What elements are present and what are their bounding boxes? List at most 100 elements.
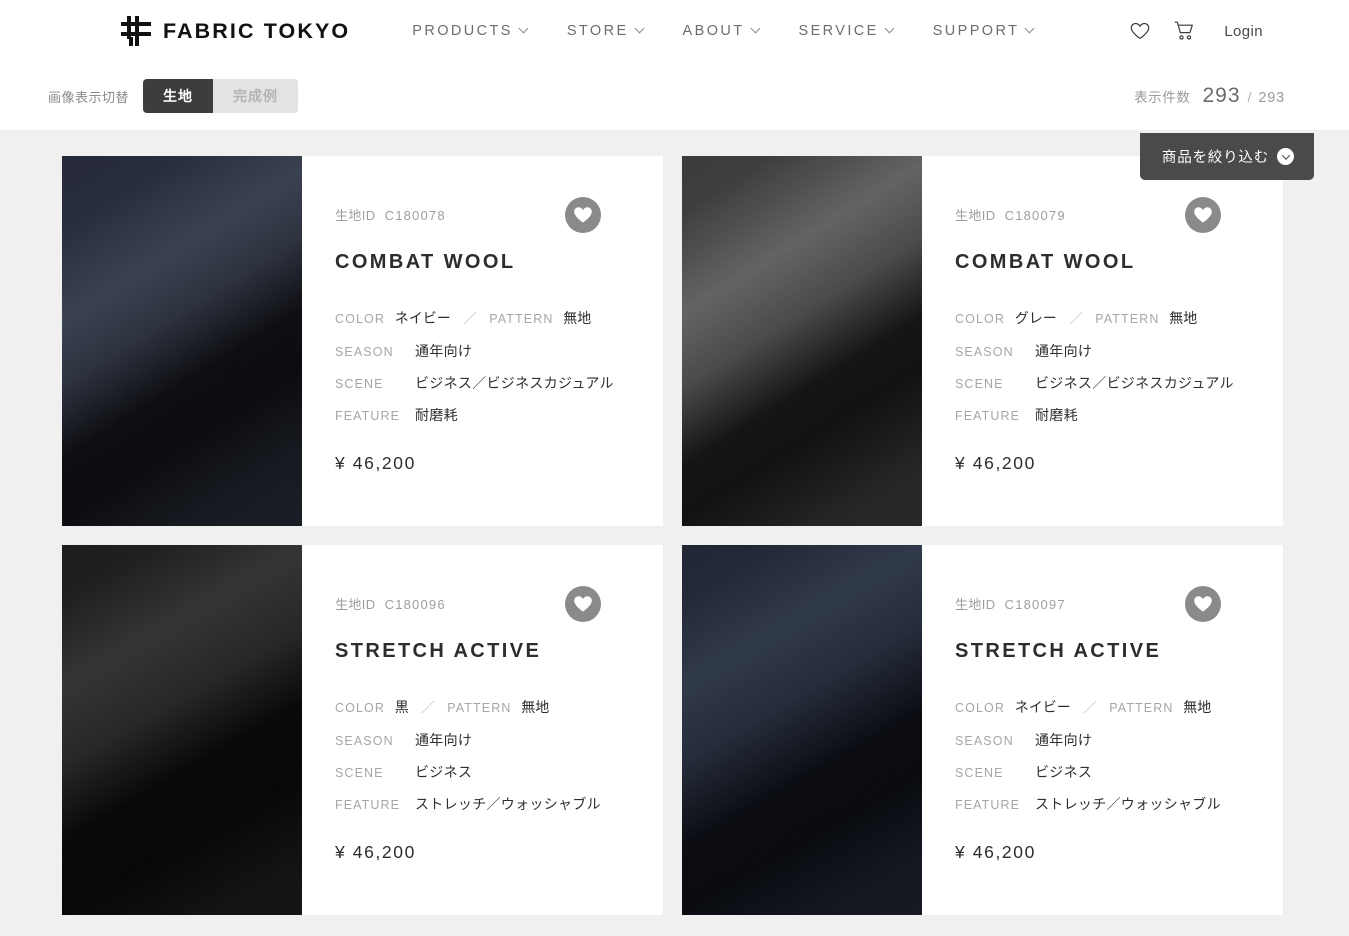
product-price: ¥ 46,200 bbox=[955, 453, 1036, 473]
spec-value-feature: ストレッチ／ウォッシャブル bbox=[415, 796, 601, 812]
product-price: ¥ 46,200 bbox=[335, 453, 416, 473]
spec-value-pattern: 無地 bbox=[1183, 699, 1212, 715]
spec-key-feature: FEATURE bbox=[335, 409, 401, 423]
fabric-swatch-image[interactable] bbox=[62, 545, 302, 915]
spec-feature: FEATURE 耐磨耗 bbox=[335, 405, 663, 425]
spec-value-scene: ビジネス bbox=[415, 764, 473, 780]
spec-value-pattern: 無地 bbox=[521, 699, 550, 715]
result-count-current: 293 bbox=[1202, 84, 1241, 107]
spec-season: SEASON 通年向け bbox=[955, 730, 1283, 750]
brand-name: FABRIC TOKYO bbox=[163, 18, 351, 43]
site-header: FABRIC TOKYO PRODUCTS STORE ABOUT SERVIC… bbox=[0, 0, 1349, 62]
spec-key-color: COLOR bbox=[335, 701, 385, 715]
product-title: STRETCH ACTIVE bbox=[955, 640, 1162, 662]
spec-separator: ／ bbox=[421, 700, 435, 715]
fabric-tokyo-product-list-page: FABRIC TOKYO PRODUCTS STORE ABOUT SERVIC… bbox=[0, 0, 1349, 936]
spec-value-color: 黒 bbox=[394, 699, 409, 715]
fabric-id-label: 生地ID bbox=[955, 597, 996, 612]
spec-key-pattern: PATTERN bbox=[489, 312, 554, 326]
spec-key-feature: FEATURE bbox=[955, 409, 1021, 423]
product-price: ¥ 46,200 bbox=[335, 842, 416, 862]
product-card[interactable]: 生地ID C180097 STRETCH ACTIVE COLOR ネイビー ／… bbox=[682, 545, 1283, 915]
spec-value-color: グレー bbox=[1014, 310, 1057, 326]
product-info: 生地ID C180096 STRETCH ACTIVE COLOR 黒 ／ PA… bbox=[302, 545, 663, 915]
fabric-id-row: 生地ID C180078 bbox=[335, 205, 663, 224]
product-specs: COLOR グレー ／ PATTERN 無地 SEASON 通年向け SCENE bbox=[955, 308, 1283, 425]
nav-item-about[interactable]: ABOUT bbox=[683, 23, 761, 39]
nav-item-store[interactable]: STORE bbox=[567, 23, 645, 39]
product-title: STRETCH ACTIVE bbox=[335, 640, 542, 662]
spec-value-season: 通年向け bbox=[1035, 343, 1093, 359]
fabric-swatch-image[interactable] bbox=[682, 156, 922, 526]
favorite-button[interactable] bbox=[565, 197, 601, 233]
result-count-separator: / bbox=[1247, 89, 1252, 105]
product-card[interactable]: 生地ID C180078 COMBAT WOOL COLOR ネイビー ／ PA… bbox=[62, 156, 663, 526]
login-link[interactable]: Login bbox=[1224, 23, 1263, 40]
brand-logo[interactable]: FABRIC TOKYO bbox=[120, 15, 350, 47]
spec-key-season: SEASON bbox=[335, 734, 394, 748]
spec-key-feature: FEATURE bbox=[955, 798, 1021, 812]
spec-value-season: 通年向け bbox=[1035, 732, 1093, 748]
spec-key-color: COLOR bbox=[955, 312, 1005, 326]
fabric-id-value: C180096 bbox=[384, 597, 446, 612]
fabric-id-value: C180078 bbox=[384, 208, 446, 223]
spec-feature: FEATURE 耐磨耗 bbox=[955, 405, 1283, 425]
toggle-option-fabric[interactable]: 生地 bbox=[143, 79, 214, 113]
spec-key-pattern: PATTERN bbox=[447, 701, 512, 715]
spec-scene: SCENE ビジネス bbox=[955, 762, 1283, 782]
product-card[interactable]: 生地ID C180096 STRETCH ACTIVE COLOR 黒 ／ PA… bbox=[62, 545, 663, 915]
favorite-button[interactable] bbox=[1185, 197, 1221, 233]
spec-scene: SCENE ビジネス／ビジネスカジュアル bbox=[955, 373, 1283, 393]
spec-value-feature: ストレッチ／ウォッシャブル bbox=[1035, 796, 1221, 812]
nav-label: SERVICE bbox=[798, 23, 879, 39]
favorite-button[interactable] bbox=[1185, 586, 1221, 622]
product-info: 生地ID C180097 STRETCH ACTIVE COLOR ネイビー ／… bbox=[922, 545, 1283, 915]
spec-value-color: ネイビー bbox=[394, 310, 451, 326]
spec-key-color: COLOR bbox=[955, 701, 1005, 715]
product-specs: COLOR ネイビー ／ PATTERN 無地 SEASON 通年向け SCEN… bbox=[335, 308, 663, 425]
product-specs: COLOR ネイビー ／ PATTERN 無地 SEASON 通年向け SCEN… bbox=[955, 697, 1283, 814]
spec-key-pattern: PATTERN bbox=[1095, 312, 1160, 326]
fabric-id-row: 生地ID C180079 bbox=[955, 205, 1283, 224]
spec-season: SEASON 通年向け bbox=[335, 730, 663, 750]
filter-bar: 画像表示切替 生地 完成例 表示件数 293 / 293 bbox=[0, 62, 1349, 130]
cart-icon[interactable] bbox=[1162, 21, 1206, 41]
fabric-id-label: 生地ID bbox=[955, 208, 996, 223]
fabric-swatch-image[interactable] bbox=[62, 156, 302, 526]
spec-color-pattern: COLOR 黒 ／ PATTERN 無地 bbox=[335, 697, 663, 717]
chevron-down-icon bbox=[886, 25, 895, 34]
spec-key-season: SEASON bbox=[335, 345, 394, 359]
refine-products-label: 商品を絞り込む bbox=[1161, 150, 1269, 166]
product-title: COMBAT WOOL bbox=[335, 251, 516, 273]
refine-products-button[interactable]: 商品を絞り込む bbox=[1139, 133, 1314, 180]
product-info: 生地ID C180079 COMBAT WOOL COLOR グレー ／ PAT… bbox=[922, 156, 1283, 526]
spec-value-pattern: 無地 bbox=[563, 310, 592, 326]
fabric-id-row: 生地ID C180097 bbox=[955, 594, 1283, 613]
wishlist-heart-icon[interactable] bbox=[1118, 22, 1162, 40]
toggle-option-finished-example[interactable]: 完成例 bbox=[213, 79, 299, 113]
header-actions: Login bbox=[1118, 21, 1263, 41]
spec-separator: ／ bbox=[1083, 700, 1097, 715]
product-grid-area: 生地ID C180078 COMBAT WOOL COLOR ネイビー ／ PA… bbox=[0, 130, 1349, 936]
spec-feature: FEATURE ストレッチ／ウォッシャブル bbox=[335, 794, 663, 814]
spec-separator: ／ bbox=[1069, 311, 1083, 326]
product-title: COMBAT WOOL bbox=[955, 251, 1136, 273]
nav-label: PRODUCTS bbox=[412, 23, 513, 39]
nav-label: ABOUT bbox=[682, 23, 745, 39]
chevron-down-circle-icon bbox=[1277, 148, 1294, 165]
nav-item-products[interactable]: PRODUCTS bbox=[412, 23, 529, 39]
image-type-toggle: 生地 完成例 bbox=[143, 79, 299, 113]
favorite-button[interactable] bbox=[565, 586, 601, 622]
fabric-id-value: C180079 bbox=[1004, 208, 1066, 223]
chevron-down-icon bbox=[752, 25, 761, 34]
spec-season: SEASON 通年向け bbox=[955, 341, 1283, 361]
fabric-id-value: C180097 bbox=[1004, 597, 1066, 612]
spec-key-scene: SCENE bbox=[955, 766, 1004, 780]
fabric-swatch-image[interactable] bbox=[682, 545, 922, 915]
product-card[interactable]: 生地ID C180079 COMBAT WOOL COLOR グレー ／ PAT… bbox=[682, 156, 1283, 526]
nav-item-support[interactable]: SUPPORT bbox=[933, 23, 1036, 39]
chevron-down-icon bbox=[1026, 25, 1035, 34]
nav-item-service[interactable]: SERVICE bbox=[799, 23, 895, 39]
product-price: ¥ 46,200 bbox=[955, 842, 1036, 862]
spec-key-feature: FEATURE bbox=[335, 798, 401, 812]
